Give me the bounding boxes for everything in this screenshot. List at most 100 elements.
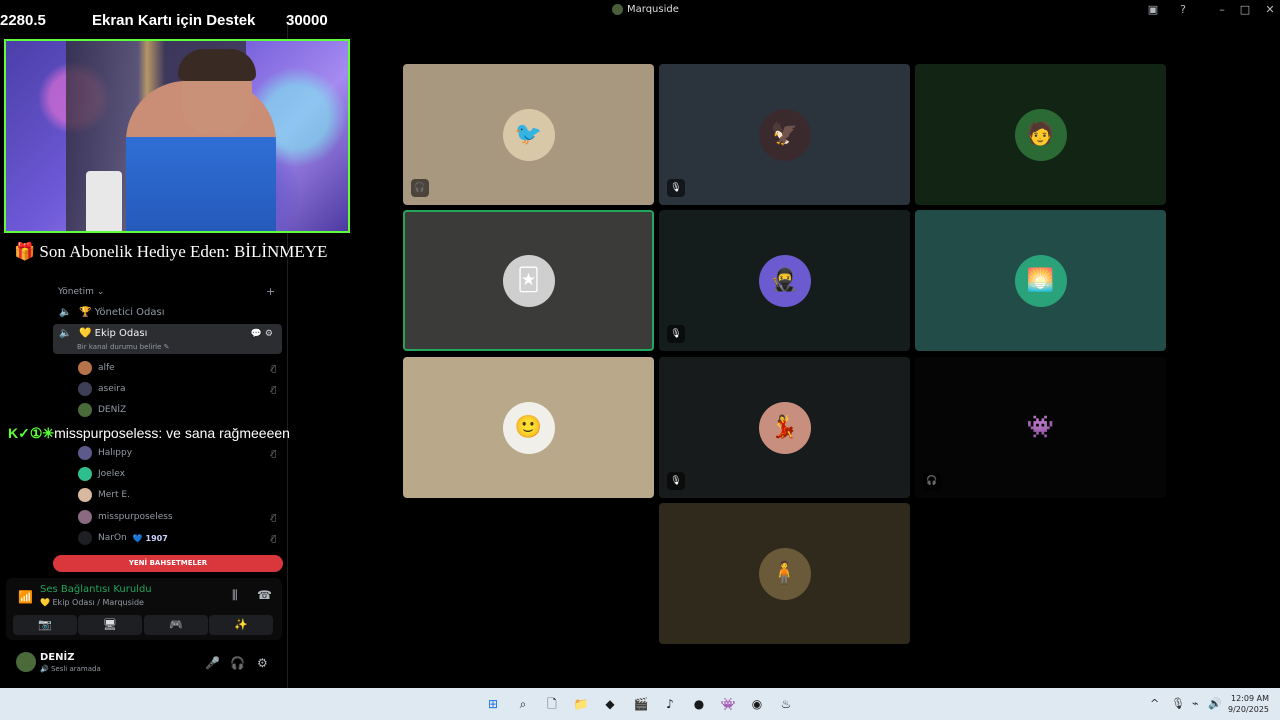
participant-avatar: 💃 [758, 401, 811, 454]
webcam-feed [4, 39, 350, 233]
participant-tile[interactable]: 🌅 [915, 210, 1166, 351]
member-name: NarOn [98, 533, 127, 543]
server-title: Marquside [612, 4, 679, 15]
document-icon[interactable]: 🗋 [543, 695, 561, 713]
user-name[interactable]: DENİZ [40, 652, 74, 663]
close-button[interactable]: ✕ [1262, 3, 1278, 16]
clock-time: 12:09 AM [1231, 694, 1270, 703]
channel-yonetici-odasi[interactable]: 🔈 🏆 Yönetici Odası [53, 301, 282, 323]
participant-avatar: 🧑 [1014, 108, 1067, 161]
voice-member[interactable]: Halıppy 🎙̸ [78, 443, 282, 463]
participant-avatar: 🦅 [758, 108, 811, 161]
soundboard-icon[interactable]: ⫼ [232, 588, 238, 603]
voice-member[interactable]: alfe 🎙̸ [78, 358, 282, 378]
microphone-icon[interactable]: 🎤 [205, 656, 220, 670]
voice-member[interactable]: NarOn 💙 1907 🎙̸ [78, 528, 282, 548]
member-name: alfe [98, 363, 115, 373]
speaker-icon: 🔈 [59, 306, 72, 318]
voice-member[interactable]: misspurposeless 🎙̸ [78, 507, 282, 527]
chrome-icon[interactable]: ◉ [748, 695, 766, 713]
avatar [78, 510, 92, 524]
system-clock[interactable]: 12:09 AM 9/20/2025 [1228, 693, 1269, 715]
channel-controls-icon[interactable]: 💬⚙ [251, 329, 276, 339]
soundboard-button[interactable]: ✨ [209, 615, 273, 635]
voice-channel-path[interactable]: 💛 Ekip Odası / Marquside [40, 598, 144, 607]
voice-connection-panel: 📶 Ses Bağlantısı Kuruldu 💛 Ekip Odası / … [6, 578, 282, 640]
mute-status-icon: 🎙 [667, 472, 685, 490]
screen-share-button[interactable]: 🖥 [78, 615, 142, 635]
speaker-icon: 🔈 [59, 328, 72, 339]
new-mentions-button[interactable]: YENİ BAHSETMELER [53, 555, 283, 572]
chat-text: ve sana rağmeeeen [166, 425, 290, 441]
channel-label: 🏆 Yönetici Odası [79, 306, 165, 318]
streamer-hair [178, 49, 256, 81]
avatar [78, 403, 92, 417]
avatar[interactable] [16, 652, 36, 672]
camera-off-button[interactable]: 📷 [13, 615, 77, 635]
gift-sub-banner: 🎁 Son Abonelik Hediye Eden: BİLİNMEYE [14, 242, 328, 261]
voice-member[interactable]: Mert E. [78, 485, 282, 505]
avatar [78, 361, 92, 375]
steam-icon[interactable]: ♨ [777, 695, 795, 713]
participant-tile[interactable]: 👾 🎧 [915, 357, 1166, 498]
editor-app-icon[interactable]: ◆ [601, 695, 619, 713]
voice-status[interactable]: Ses Bağlantısı Kuruldu [40, 584, 152, 595]
participant-tile[interactable]: 🦅 🎙 [659, 64, 910, 205]
participant-avatar: 🥷 [758, 254, 811, 307]
participant-tile[interactable]: 🙂 [403, 357, 654, 498]
participant-avatar: 🙂 [502, 401, 555, 454]
member-name: misspurposeless [98, 512, 173, 522]
voice-member[interactable]: aseira 🎙̸ [78, 379, 282, 399]
server-name: Marquside [627, 4, 679, 15]
participant-tile[interactable]: 💃 🎙 [659, 357, 910, 498]
donation-goal-bar: 2280.5 Ekran Kartı için Destek 30000 [0, 12, 360, 34]
windows-taskbar: ⊞ ⌕ 🗋 📁 ◆ 🎬 ♪ ● 👾 ◉ ♨ ^ 🎙 ⌁ 🔊 12:09 AM 9… [0, 688, 1280, 720]
avatar [78, 467, 92, 481]
tray-mic-icon[interactable]: 🎙 [1171, 697, 1185, 710]
discord-window: { "titlebar": { "server_name": "Marqusid… [0, 0, 1280, 720]
maximize-button[interactable]: □ [1237, 3, 1253, 16]
windows-start-icon[interactable]: ⊞ [484, 695, 502, 713]
search-icon[interactable]: ⌕ [514, 695, 532, 713]
voice-member[interactable]: Joelex [78, 464, 282, 484]
stream-chat-message: K✓①✳misspurposeless: ve sana rağmeeeen [8, 425, 290, 442]
discord-avatar-icon [78, 531, 92, 545]
volume-icon[interactable]: 🔊 [1208, 697, 1222, 710]
activity-button[interactable]: 🎮 [144, 615, 208, 635]
inbox-icon[interactable]: ▣ [1145, 3, 1161, 16]
participant-tile[interactable]: 🥷 🎙 [659, 210, 910, 351]
chat-username: misspurposeless: [54, 425, 163, 441]
channel-ekip-odasi[interactable]: 🔈 💛 Ekip Odası Bir kanal durumu belirle … [53, 324, 282, 354]
discord-taskbar-icon[interactable]: 👾 [719, 695, 737, 713]
add-channel-icon[interactable]: + [266, 285, 275, 298]
help-icon[interactable]: ? [1175, 3, 1191, 16]
category-label[interactable]: Yönetim ⌄ [58, 287, 104, 297]
channel-label: 💛 Ekip Odası [79, 328, 148, 339]
mute-status-icon: 🎙 [667, 179, 685, 197]
participant-tile[interactable]: 🧍 [659, 503, 910, 644]
gift-text: Son Abonelik Hediye Eden: BİLİNMEYE [39, 242, 328, 261]
member-name: Joelex [98, 469, 125, 479]
channel-status[interactable]: Bir kanal durumu belirle ✎ [77, 343, 170, 351]
minimize-button[interactable]: – [1214, 3, 1230, 16]
participant-tile[interactable]: 🧑 [915, 64, 1166, 205]
goal-target: 30000 [286, 12, 328, 29]
participant-avatar: 🃏 [502, 254, 555, 307]
signal-icon[interactable]: 📶 [18, 590, 33, 604]
headphones-icon[interactable]: 🎧 [230, 656, 245, 670]
tiktok-icon[interactable]: ♪ [661, 695, 679, 713]
member-name: Halıppy [98, 448, 133, 458]
disconnect-icon[interactable]: ☎ [257, 588, 272, 602]
settings-gear-icon[interactable]: ⚙ [257, 656, 268, 670]
tray-chevron-icon[interactable]: ^ [1150, 697, 1159, 710]
voice-member[interactable]: DENİZ [78, 400, 282, 420]
participant-tile[interactable]: 🐦 🎧 [403, 64, 654, 205]
goal-title: Ekran Kartı için Destek [92, 12, 256, 29]
wifi-icon[interactable]: ⌁ [1192, 697, 1199, 710]
video-app-icon[interactable]: 🎬 [632, 695, 650, 713]
obs-icon[interactable]: ● [690, 695, 708, 713]
folder-icon[interactable]: 📁 [572, 695, 590, 713]
chat-badges: K✓①✳ [8, 425, 55, 441]
member-name: aseira [98, 384, 126, 394]
participant-tile[interactable]: 🃏 [403, 210, 654, 351]
